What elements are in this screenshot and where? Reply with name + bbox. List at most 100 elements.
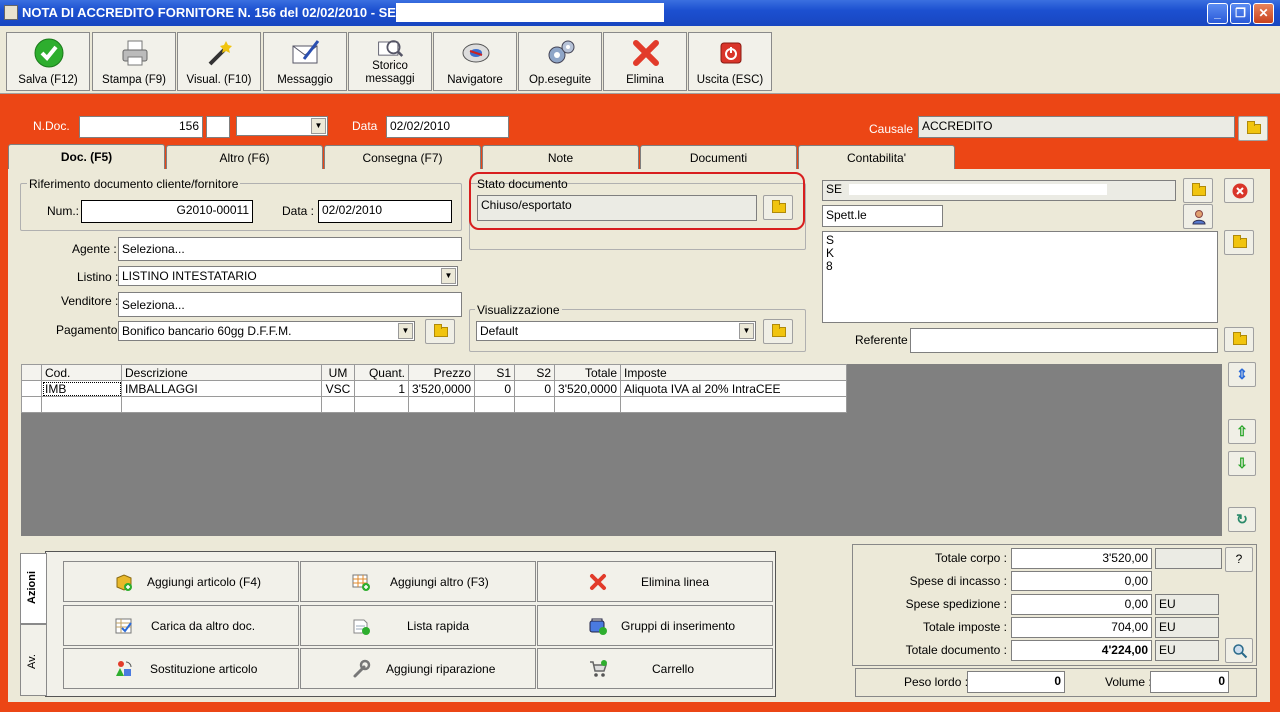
delete-line-icon (590, 574, 606, 590)
print-button[interactable]: Stampa (F9) (92, 32, 176, 91)
peso-lordo-field[interactable]: 0 (967, 671, 1065, 693)
navigator-button[interactable]: Navigatore (433, 32, 517, 91)
pagamento-browse-button[interactable] (425, 319, 455, 344)
tab-altro[interactable]: Altro (F6) (166, 145, 323, 170)
empty-cell[interactable] (407, 396, 476, 413)
tab-consegna[interactable]: Consegna (F7) (324, 145, 481, 170)
spese-spedizione-field[interactable]: 0,00 (1011, 594, 1152, 615)
agente-field[interactable]: Seleziona... (118, 237, 462, 261)
ndoc-suffix-field[interactable] (206, 116, 230, 138)
chevron-down-icon: ▼ (739, 323, 754, 339)
clear-intestatario-button[interactable] (1224, 178, 1254, 203)
tab-azioni[interactable]: Azioni (20, 553, 47, 624)
cell-imposte[interactable]: Aliquota IVA al 20% IntraCEE (620, 380, 847, 397)
visualizzazione-select[interactable]: Default ▼ (476, 321, 756, 341)
grid-col-imposte[interactable]: Imposte (620, 364, 847, 381)
ndoc-field[interactable]: 156 (79, 116, 203, 138)
grid-col-s1[interactable]: S1 (474, 364, 516, 381)
visualizzazione-browse-button[interactable] (763, 319, 793, 344)
cell-descrizione[interactable]: IMBALLAGGI (121, 380, 322, 397)
cart-label: Carrello (652, 662, 695, 676)
referente-browse-button[interactable] (1224, 327, 1254, 352)
empty-cell[interactable] (620, 396, 847, 413)
zoom-button[interactable] (1225, 638, 1253, 663)
ndoc-series-select[interactable]: ▼ (236, 116, 328, 136)
listino-select[interactable]: LISTINO INTESTATARIO ▼ (118, 266, 458, 286)
causale-field[interactable]: ACCREDITO (918, 116, 1235, 138)
cart-button[interactable]: Carrello (537, 648, 773, 689)
cell-s2[interactable]: 0 (514, 380, 556, 397)
grid-col-descrizione[interactable]: Descrizione (121, 364, 322, 381)
message-history-button[interactable]: Storico messaggi (348, 32, 432, 91)
intestatario-browse-button[interactable] (1183, 178, 1213, 203)
cell-cod[interactable]: IMB (41, 380, 122, 397)
tab-documenti[interactable]: Documenti (640, 145, 797, 170)
tab-note[interactable]: Note (482, 145, 639, 170)
delete-line-button[interactable]: Elimina linea (537, 561, 773, 602)
close-window-button[interactable]: ✕ (1253, 3, 1274, 24)
empty-cell[interactable] (41, 396, 122, 413)
causale-browse-button[interactable] (1238, 116, 1268, 141)
ref-date-field[interactable]: 02/02/2010 (318, 200, 452, 223)
grid-col-totale[interactable]: Totale (554, 364, 622, 381)
pagamento-select[interactable]: Bonifico bancario 60gg D.F.F.M. ▼ (118, 321, 415, 341)
load-from-doc-button[interactable]: Carica da altro doc. (63, 605, 299, 646)
empty-cell[interactable] (354, 396, 409, 413)
cell-prezzo[interactable]: 3'520,0000 (407, 380, 476, 397)
cell-totale[interactable]: 3'520,0000 (554, 380, 622, 397)
exit-button[interactable]: Uscita (ESC) (688, 32, 772, 91)
delete-button[interactable]: Elimina (603, 32, 687, 91)
empty-cell[interactable] (321, 396, 355, 413)
ref-num-field[interactable]: G2010-00011 (81, 200, 253, 223)
date-field[interactable]: 02/02/2010 (386, 116, 509, 138)
operations-button[interactable]: Op.eseguite (518, 32, 602, 91)
add-item-button[interactable]: Aggiungi articolo (F4) (63, 561, 299, 602)
replace-item-button[interactable]: Sostituzione articolo (63, 648, 299, 689)
preview-button[interactable]: Visual. (F10) (177, 32, 261, 91)
empty-cell[interactable] (514, 396, 556, 413)
referente-field[interactable] (910, 328, 1218, 353)
salutation-field[interactable]: Spett.le (822, 205, 943, 227)
grid-col-um[interactable]: UM (321, 364, 355, 381)
move-down-button[interactable]: ⇩ (1228, 451, 1256, 476)
address-browse-button[interactable] (1224, 230, 1254, 255)
spese-incasso-field[interactable]: 0,00 (1011, 571, 1152, 591)
minimize-button[interactable]: _ (1207, 3, 1228, 24)
add-other-button[interactable]: Aggiungi altro (F3) (300, 561, 536, 602)
empty-cell[interactable] (474, 396, 516, 413)
save-button[interactable]: Salva (F12) (6, 32, 90, 91)
quick-list-button[interactable]: Lista rapida (300, 605, 536, 646)
cell-um[interactable]: VSC (321, 380, 355, 397)
tab-contabilita[interactable]: Contabilita' (798, 145, 955, 170)
cell-s1[interactable]: 0 (474, 380, 516, 397)
stato-browse-button[interactable] (763, 195, 793, 220)
table-row-empty[interactable] (21, 396, 847, 413)
venditore-field[interactable]: Seleziona... (118, 292, 462, 317)
reorder-button[interactable]: ⇕ (1228, 362, 1256, 387)
grid-col-s2[interactable]: S2 (514, 364, 556, 381)
tab-doc[interactable]: Doc. (F5) (8, 144, 165, 171)
save-label: Salva (F12) (18, 74, 78, 86)
address-field[interactable]: S K 8 (822, 231, 1218, 323)
message-label: Messaggio (277, 74, 333, 86)
move-up-button[interactable]: ⇧ (1228, 419, 1256, 444)
insertion-groups-button[interactable]: Gruppi di inserimento (537, 605, 773, 646)
row-indicator (21, 396, 42, 413)
cell-quant[interactable]: 1 (354, 380, 409, 397)
grid-col-prezzo[interactable]: Prezzo (407, 364, 476, 381)
table-row[interactable]: IMB IMBALLAGGI VSC 1 3'520,0000 0 0 3'52… (21, 380, 847, 397)
message-button[interactable]: Messaggio (263, 32, 347, 91)
grid-col-cod[interactable]: Cod. (41, 364, 122, 381)
contact-button[interactable] (1183, 204, 1213, 229)
empty-cell[interactable] (554, 396, 622, 413)
tab-av[interactable]: Av. (20, 624, 47, 696)
maximize-button[interactable]: ❐ (1230, 3, 1251, 24)
add-repair-button[interactable]: Aggiungi riparazione (300, 648, 536, 689)
intestatario-name-field[interactable]: SE (822, 180, 1176, 201)
stato-field[interactable]: Chiuso/esportato (477, 195, 757, 221)
help-button[interactable]: ? (1225, 547, 1253, 572)
volume-field[interactable]: 0 (1150, 671, 1229, 693)
grid-col-quant[interactable]: Quant. (354, 364, 409, 381)
empty-cell[interactable] (121, 396, 322, 413)
refresh-button[interactable]: ↻ (1228, 507, 1256, 532)
